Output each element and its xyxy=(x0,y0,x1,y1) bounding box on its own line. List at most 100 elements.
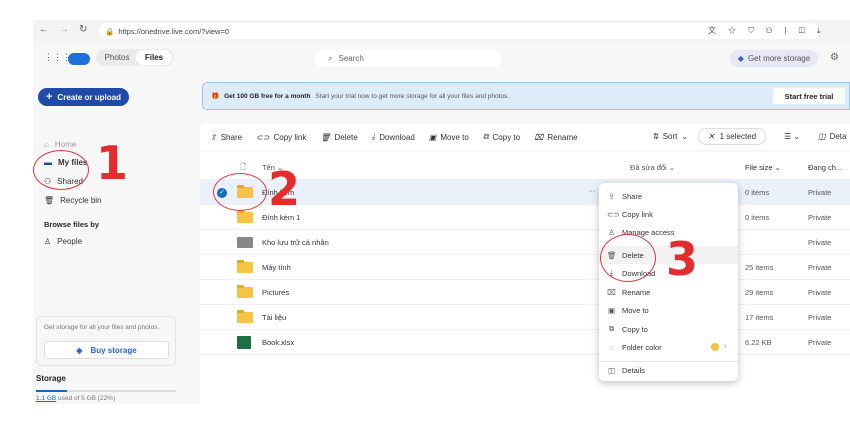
table-row[interactable]: Kho lưu trữ cá nhân Private xyxy=(200,230,850,255)
menu-item-move-to[interactable]: ▣ Move to xyxy=(599,301,738,319)
file-name[interactable]: Máy tính xyxy=(262,263,291,272)
details-button[interactable]: ◫ Deta xyxy=(818,132,846,141)
storage-bar-fill xyxy=(36,390,67,392)
tab-files[interactable]: Files xyxy=(136,50,172,65)
file-name[interactable]: Book.xlsx xyxy=(262,338,294,347)
annotation-number-3: 3 xyxy=(666,232,699,286)
promo-text: Get storage for all your files and photo… xyxy=(44,324,160,331)
app-launcher-icon[interactable]: ⋮⋮⋮ xyxy=(44,52,71,63)
annotation-circle-2 xyxy=(213,173,267,211)
share-icon: ⇪ xyxy=(210,132,217,142)
details-icon: ◫ xyxy=(818,132,826,141)
start-free-trial-button[interactable]: Start free trial xyxy=(773,88,845,104)
link-icon: ⊂⊃ xyxy=(607,209,620,219)
command-bar: ⇪ Share ⊂⊃ Copy link 🗑 Delete ⤓ Download ▣ Mo… xyxy=(200,124,850,150)
reload-icon[interactable]: ↻ xyxy=(79,24,87,35)
file-sharing: Private xyxy=(808,212,832,222)
move-icon: ▣ xyxy=(428,132,437,142)
file-size: 0 items xyxy=(745,212,770,222)
menu-item-details[interactable]: ◫ Details xyxy=(599,361,738,379)
file-size: 6.22 KB xyxy=(745,337,772,347)
trash-icon: 🗑 xyxy=(44,196,55,205)
copy-link-button[interactable]: ⊂⊃ Copy link xyxy=(256,133,306,142)
download-icon: ⤓ xyxy=(371,132,376,141)
rename-icon: ⌧ xyxy=(607,287,616,297)
more-options-icon[interactable]: ··· xyxy=(588,186,596,195)
excel-icon xyxy=(237,336,251,349)
gift-icon: 🎁 xyxy=(211,93,220,100)
table-row[interactable]: Book.xlsx 6.22 KB Private xyxy=(200,330,850,355)
menu-item-copy-to[interactable]: ⧉ Copy to xyxy=(599,320,738,338)
column-modified[interactable]: Đã sửa đổi ⌄ xyxy=(630,163,675,172)
file-sharing: Private xyxy=(808,237,832,247)
vault-icon xyxy=(237,237,253,248)
move-icon: ▣ xyxy=(607,305,616,315)
file-name[interactable]: Pictures xyxy=(262,288,289,297)
storage-promo: Get storage for all your files and photo… xyxy=(36,316,176,366)
diamond-icon: ◈ xyxy=(76,345,83,355)
table-row[interactable]: Pictures 29 items Private xyxy=(200,280,850,305)
search-icon: ⌕ xyxy=(328,53,333,63)
delete-button[interactable]: 🗑 Delete xyxy=(320,133,357,142)
table-row[interactable]: Máy tính 25 items Private xyxy=(200,255,850,280)
folder-icon xyxy=(237,285,253,298)
storage-used-link[interactable]: 1.1 GB xyxy=(36,395,56,402)
file-type-icon: 🗋 xyxy=(240,161,247,171)
link-icon: ⊂⊃ xyxy=(256,132,270,142)
storage-usage: 1.1 GB used of 5 GB (22%) xyxy=(36,395,116,402)
table-row[interactable]: Tài liệu 17 items Private xyxy=(200,305,850,330)
browser-toolbar: ← → ↻ 🔒 https://onedrive.live.com/?view=0… xyxy=(33,20,850,42)
folder-icon xyxy=(237,210,253,223)
forward-icon[interactable]: → xyxy=(59,24,69,35)
sidebar-item-people[interactable]: ♙ People xyxy=(44,237,82,246)
person-icon: ♙ xyxy=(44,237,52,246)
file-sharing: Private xyxy=(808,262,832,272)
move-to-button[interactable]: ▣ Move to xyxy=(429,133,469,142)
diamond-icon: ◆ xyxy=(737,54,744,63)
file-name[interactable]: Kho lưu trữ cá nhân xyxy=(262,238,329,247)
file-size: 29 items xyxy=(745,287,774,297)
annotation-number-1: 1 xyxy=(96,136,129,190)
share-button[interactable]: ⇪ Share xyxy=(210,133,242,142)
menu-item-copy-link[interactable]: ⊂⊃ Copy link xyxy=(599,205,738,223)
plus-icon: + xyxy=(45,91,53,103)
menu-item-share[interactable]: ⇪ Share xyxy=(599,187,738,205)
file-size: 17 items xyxy=(745,312,774,322)
person-icon: ♙ xyxy=(608,227,615,237)
file-sharing: Private xyxy=(808,337,832,347)
view-options-icon[interactable]: ☰ ⌄ xyxy=(784,132,800,141)
palette-icon: ◌ xyxy=(609,342,614,352)
rename-button[interactable]: ⌧ Rename xyxy=(534,133,577,142)
column-size[interactable]: File size ⌄ xyxy=(745,163,781,172)
copy-icon: ⧉ xyxy=(482,132,489,141)
copy-to-button[interactable]: ⧉ Copy to xyxy=(483,132,520,142)
view-switcher: Photos Files xyxy=(96,49,174,66)
sidebar-item-home[interactable]: ⌂ Home xyxy=(44,140,76,149)
browser-extension-icons[interactable]: 文☆⛉⚇|◫⤓ xyxy=(708,25,832,36)
home-icon: ⌂ xyxy=(44,140,49,149)
buy-storage-button[interactable]: ◈ Buy storage xyxy=(44,341,169,359)
storage-heading: Storage xyxy=(36,374,66,383)
back-icon[interactable]: ← xyxy=(39,24,49,35)
settings-gear-icon[interactable]: ⚙ xyxy=(830,52,839,63)
get-more-storage-button[interactable]: ◆ Get more storage xyxy=(730,50,818,67)
column-sharing[interactable]: Đang ch... xyxy=(808,163,842,172)
selection-chip[interactable]: ✕ 1 selected xyxy=(698,128,766,145)
rename-icon: ⌧ xyxy=(534,132,544,142)
annotation-number-2: 2 xyxy=(268,162,301,216)
trial-banner: 🎁 Get 100 GB free for a month Start your… xyxy=(202,82,850,110)
sidebar-item-recycle-bin[interactable]: 🗑 Recycle bin xyxy=(44,196,102,205)
download-button[interactable]: ⤓ Download xyxy=(372,132,415,142)
close-icon[interactable]: ✕ xyxy=(708,132,715,141)
sort-button[interactable]: ⇅ Sort ⌄ xyxy=(652,132,688,141)
menu-item-folder-color[interactable]: ◌ Folder color › xyxy=(599,338,738,356)
file-size: 25 items xyxy=(745,262,774,272)
file-name[interactable]: Tài liệu xyxy=(262,313,286,322)
annotation-circle-1 xyxy=(33,150,89,190)
create-or-upload-button[interactable]: + Create or upload xyxy=(38,88,129,106)
share-icon: ⇪ xyxy=(608,191,615,201)
file-sharing: Private xyxy=(808,187,832,197)
search-input[interactable]: ⌕ Search xyxy=(314,50,502,67)
onedrive-logo-icon xyxy=(68,53,90,65)
tab-photos[interactable]: Photos xyxy=(98,53,136,62)
